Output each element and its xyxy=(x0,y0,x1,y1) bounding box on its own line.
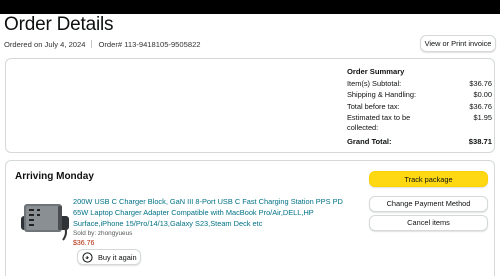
summary-label-line: collected: xyxy=(347,123,379,132)
product-image[interactable] xyxy=(19,194,71,244)
delivery-status: Arriving Monday xyxy=(15,171,94,182)
buy-again-icon xyxy=(82,252,93,263)
summary-row-shipping: Shipping & Handling: $0.00 xyxy=(347,90,492,101)
summary-value: $36.76 xyxy=(469,79,492,88)
order-meta: Ordered on July 4, 2024 Order# 113-941810… xyxy=(4,40,201,49)
order-details-page: Order Details Ordered on July 4, 2024 Ord… xyxy=(0,0,500,276)
product-title-link[interactable]: 200W USB C Charger Block, GaN III 8-Port… xyxy=(73,196,348,229)
page-title: Order Details xyxy=(4,14,114,35)
order-summary-title: Order Summary xyxy=(347,67,405,76)
buy-it-again-button[interactable]: Buy it again xyxy=(77,249,141,265)
sold-by: Sold by: zhongyueus xyxy=(73,230,133,237)
summary-row-subtotal: Item(s) Subtotal: $36.76 xyxy=(347,79,492,90)
order-summary-card: Order Summary Item(s) Subtotal: $36.76 S… xyxy=(5,58,495,153)
order-number: Order# 113-9418105-9505822 xyxy=(98,40,201,49)
summary-row-estimated-tax: Estimated tax to be collected: $1.95 xyxy=(347,113,492,134)
view-print-invoice-button[interactable]: View or Print invoice xyxy=(420,35,496,52)
change-payment-method-button[interactable]: Change Payment Method xyxy=(369,196,488,212)
summary-value: $1.95 xyxy=(473,112,493,122)
summary-label: Total before tax: xyxy=(347,102,400,111)
summary-label: Shipping & Handling: xyxy=(347,89,417,99)
summary-value: $36.76 xyxy=(469,102,492,111)
summary-row-total-before-tax: Total before tax: $36.76 xyxy=(347,102,492,113)
summary-value: $0.00 xyxy=(473,89,493,99)
ordered-on-date: Ordered on July 4, 2024 xyxy=(4,40,86,49)
shipment-card: Arriving Monday 200W USB C Charger Block… xyxy=(5,160,495,276)
track-package-button[interactable]: Track package xyxy=(369,171,488,187)
summary-label: Item(s) Subtotal: xyxy=(347,79,402,88)
cancel-items-button[interactable]: Cancel items xyxy=(369,215,488,231)
summary-row-grand-total: Grand Total: $38.71 xyxy=(347,137,492,148)
product-price: $36.76 xyxy=(73,240,95,247)
top-bar xyxy=(0,0,500,14)
summary-label: Estimated tax to be collected: xyxy=(347,113,410,134)
summary-label-line: Estimated tax to be xyxy=(347,112,411,122)
order-summary: Order Summary Item(s) Subtotal: $36.76 S… xyxy=(347,67,492,147)
grand-total-value: $38.71 xyxy=(468,136,492,146)
grand-total-label: Grand Total: xyxy=(347,136,392,146)
meta-divider xyxy=(91,40,93,48)
buy-it-again-label: Buy it again xyxy=(98,253,137,262)
